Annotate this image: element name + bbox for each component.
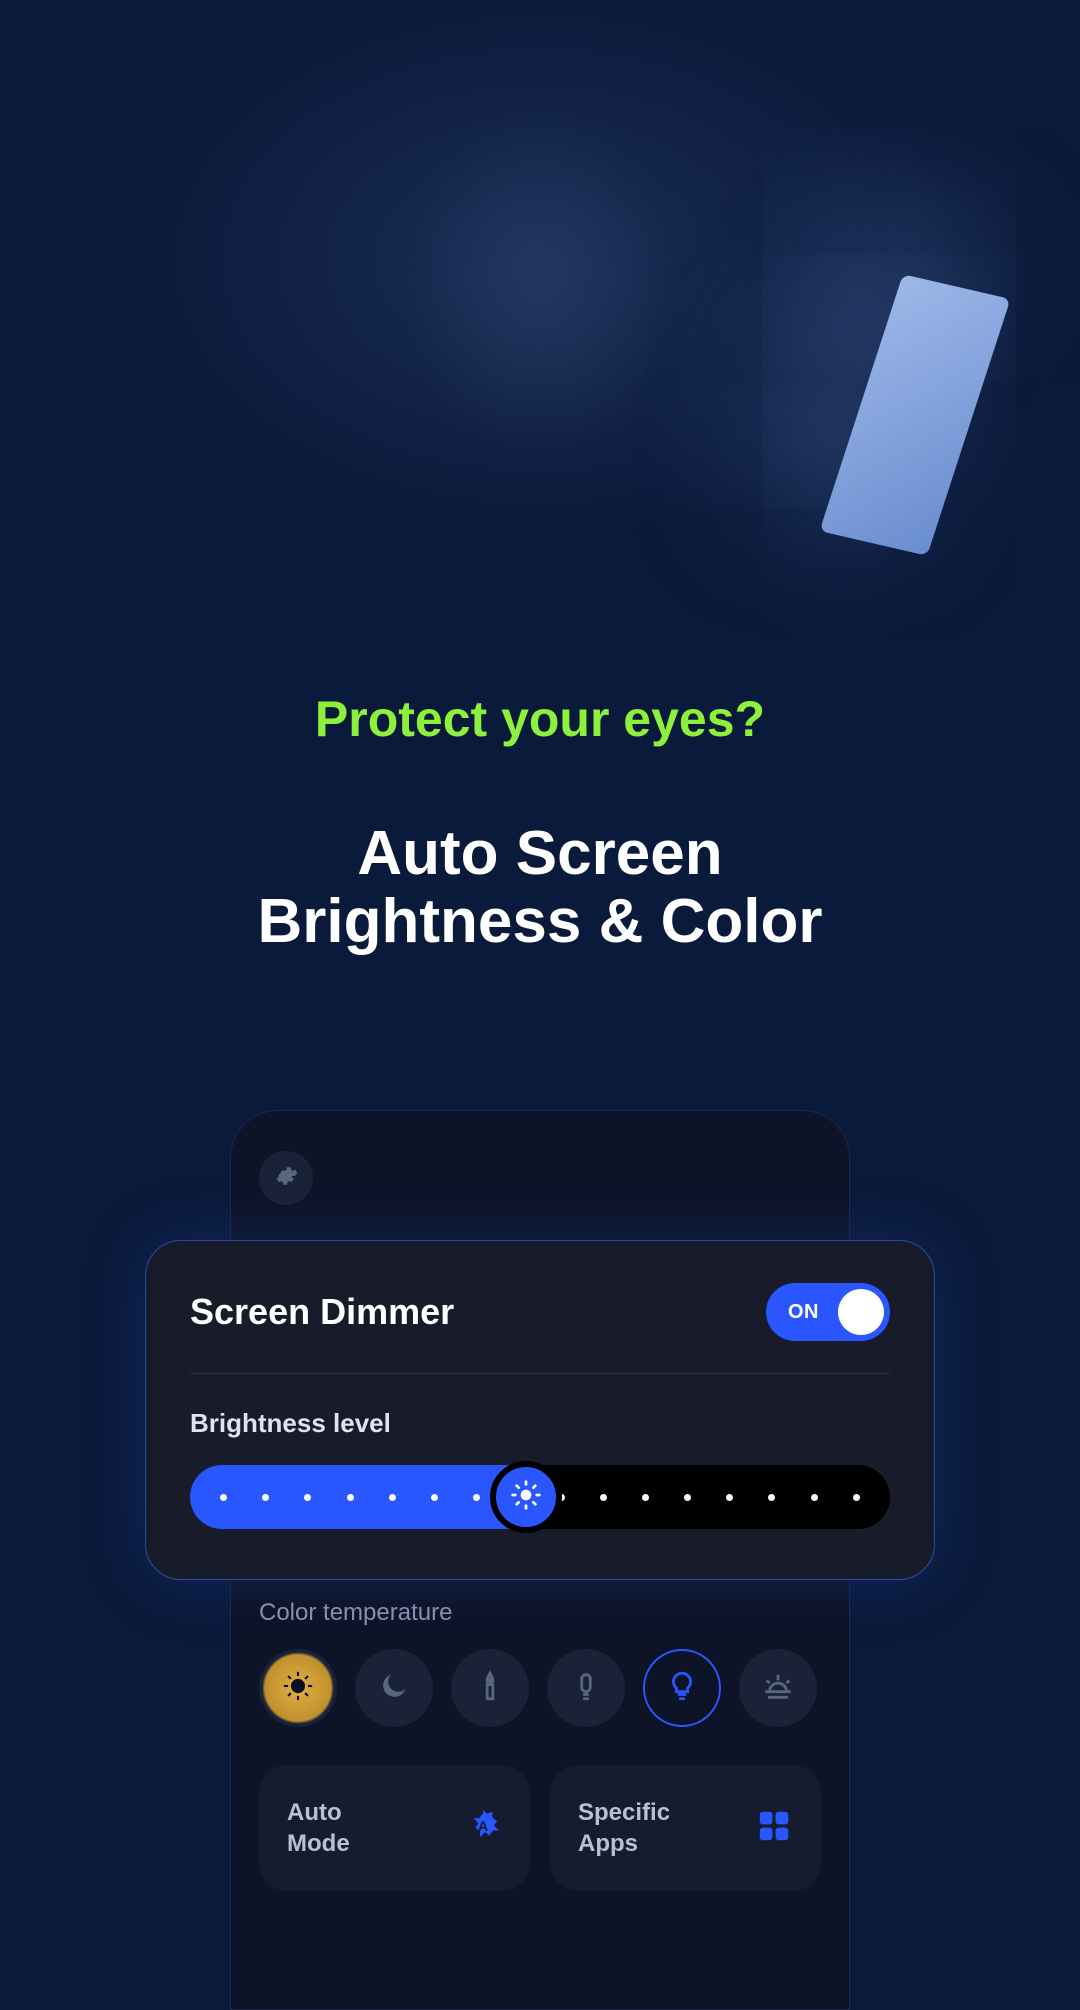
screen-dimmer-title: Screen Dimmer [190,1291,454,1333]
moon-icon [377,1669,411,1708]
gear-icon [274,1164,298,1193]
toggle-on-label: ON [788,1301,819,1324]
bulb-icon [665,1669,699,1708]
temp-option-eye-comfort[interactable] [259,1649,337,1727]
apps-grid-icon [755,1807,793,1850]
headline-main: Auto Screen Brightness & Color [0,820,1080,956]
auto-mode-card[interactable]: Auto Mode A [259,1765,530,1891]
brightness-icon [510,1479,542,1516]
slider-thumb[interactable] [490,1461,562,1533]
sunrise-icon [761,1669,795,1708]
headline-accent: Protect your eyes? [0,690,1080,748]
screen-dimmer-toggle[interactable]: ON [766,1283,890,1341]
brightness-level-label: Brightness level [190,1408,890,1439]
screen-dimmer-card: Screen Dimmer ON Brightness level [145,1240,935,1580]
candle-icon [473,1669,507,1708]
temp-option-candle[interactable] [451,1649,529,1727]
temp-option-sunrise[interactable] [739,1649,817,1727]
hero-phone-illustration [819,274,1010,556]
hero-face-illustration [330,80,750,530]
settings-button[interactable] [259,1151,313,1205]
headline-line2: Brightness & Color [258,887,823,956]
auto-mode-label: Auto Mode [287,1797,350,1859]
fluorescent-icon [569,1669,603,1708]
hero-background [0,0,1080,650]
brightness-slider[interactable] [190,1465,890,1529]
headline-line1: Auto Screen [357,819,722,888]
temp-option-fluorescent[interactable] [547,1649,625,1727]
svg-text:A: A [478,1818,488,1834]
eye-comfort-icon [281,1669,315,1708]
specific-apps-card[interactable]: Specific Apps [550,1765,821,1891]
mode-row: Auto Mode A Specific Apps [259,1765,821,1891]
toggle-knob [838,1289,884,1335]
color-temperature-label: Color temperature [259,1599,821,1627]
auto-mode-icon: A [464,1807,502,1850]
temp-option-moon[interactable] [355,1649,433,1727]
specific-apps-label: Specific Apps [578,1797,670,1859]
temp-option-bulb[interactable] [643,1649,721,1727]
color-temperature-row [259,1649,821,1727]
